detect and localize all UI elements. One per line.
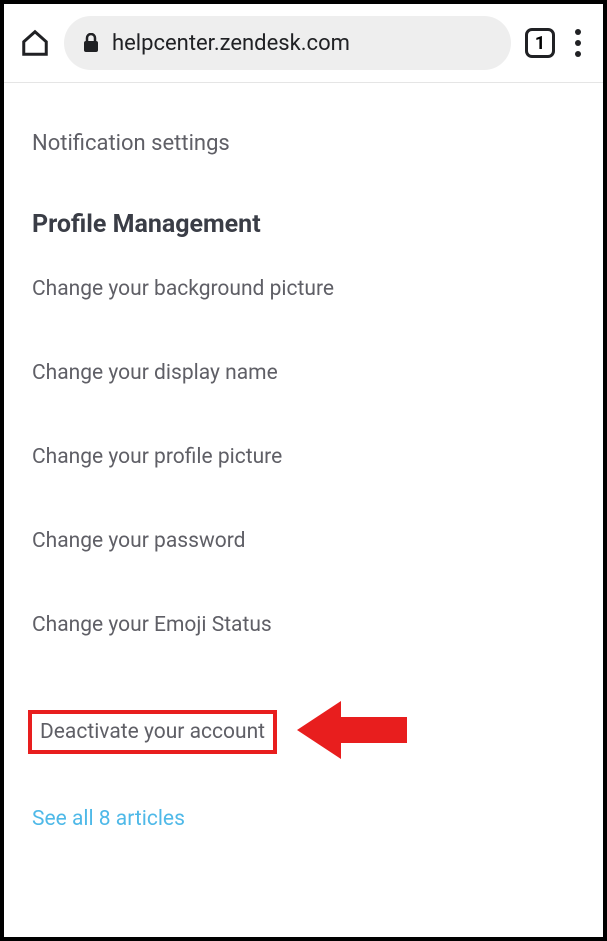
article-link-deactivate-account[interactable]: Deactivate your account — [28, 710, 277, 754]
article-link-password[interactable]: Change your password — [32, 529, 575, 553]
section-heading-profile-management: Profile Management — [32, 210, 575, 239]
arrow-left-icon — [297, 697, 407, 767]
article-link-profile-picture[interactable]: Change your profile picture — [32, 445, 575, 469]
tab-counter[interactable]: 1 — [525, 28, 555, 58]
browser-address-bar: helpcenter.zendesk.com 1 — [4, 4, 603, 82]
menu-icon[interactable] — [569, 29, 587, 57]
lock-icon — [82, 33, 100, 53]
see-all-articles-link[interactable]: See all 8 articles — [32, 807, 575, 831]
highlighted-row: Deactivate your account — [32, 697, 575, 767]
url-bar[interactable]: helpcenter.zendesk.com — [64, 16, 511, 70]
tab-count-value: 1 — [535, 33, 545, 54]
home-icon[interactable] — [20, 28, 50, 58]
url-text: helpcenter.zendesk.com — [112, 31, 350, 56]
notification-settings-link[interactable]: Notification settings — [32, 131, 575, 156]
article-link-background-picture[interactable]: Change your background picture — [32, 277, 575, 301]
article-link-emoji-status[interactable]: Change your Emoji Status — [32, 613, 575, 637]
page-content: Notification settings Profile Management… — [4, 83, 603, 855]
article-link-display-name[interactable]: Change your display name — [32, 361, 575, 385]
